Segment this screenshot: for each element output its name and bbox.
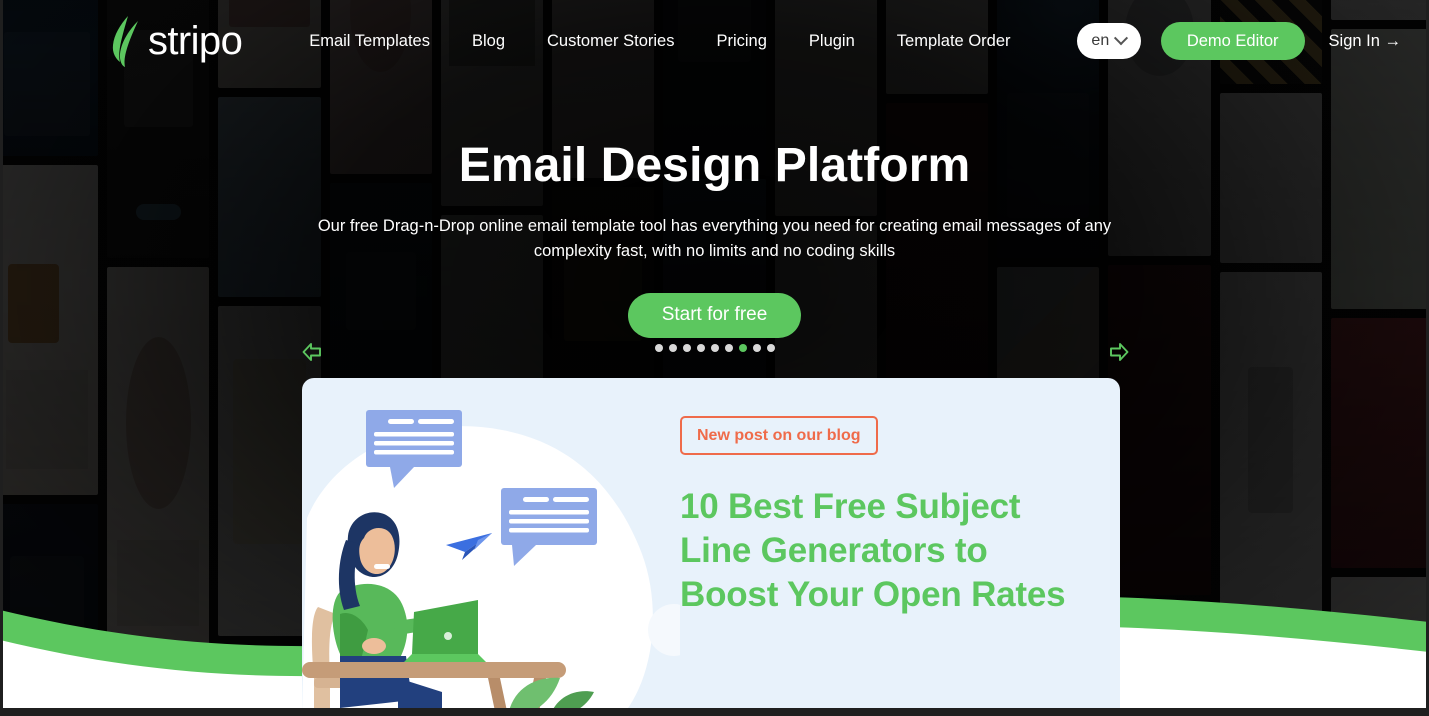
logo-wordmark: stripo [148,19,243,63]
window-frame-left [0,0,3,716]
carousel-next-button[interactable] [1105,338,1133,366]
start-for-free-button[interactable]: Start for free [627,292,802,338]
main-navbar: stripo Email Templates Blog Customer Sto… [0,0,1429,82]
carousel-dot[interactable] [724,344,733,352]
navbar-right-actions: en Demo Editor Sign In → [1076,22,1407,60]
language-selector[interactable]: en [1076,23,1141,59]
carousel-prev-button[interactable] [298,338,326,366]
language-selector-value: en [1091,32,1110,49]
logo-home-link[interactable]: stripo [104,15,243,67]
sign-in-link[interactable]: Sign In → [1329,32,1407,51]
new-post-badge[interactable]: New post on our blog [680,416,878,455]
chevron-down-icon [1114,31,1129,46]
carousel-dot[interactable] [738,344,747,352]
demo-editor-button[interactable]: Demo Editor [1160,22,1305,60]
blog-post-title[interactable]: 10 Best Free Subject Line Generators to … [680,485,1090,617]
nav-link-blog[interactable]: Blog [451,22,526,61]
carousel-dot[interactable] [696,344,705,352]
blog-card-body: New post on our blog 10 Best Free Subjec… [680,378,1120,716]
blog-promo-card[interactable]: New post on our blog 10 Best Free Subjec… [302,378,1120,716]
nav-link-pricing[interactable]: Pricing [695,22,787,61]
carousel-dot[interactable] [668,344,677,352]
woman-at-laptop-with-speech-bubbles-illustration [302,410,700,716]
hero-title: Email Design Platform [458,139,971,192]
nav-link-email-templates[interactable]: Email Templates [288,22,451,61]
carousel-dot[interactable] [682,344,691,352]
nav-link-template-order[interactable]: Template Order [876,22,1032,61]
carousel-dot[interactable] [766,344,775,352]
page-root: stripo Email Templates Blog Customer Sto… [0,0,1429,716]
nav-links: Email Templates Blog Customer Stories Pr… [288,22,1031,61]
nav-link-plugin[interactable]: Plugin [788,22,876,61]
carousel-dots [0,344,1429,352]
carousel-dot[interactable] [752,344,761,352]
nav-link-customer-stories[interactable]: Customer Stories [526,22,695,61]
blog-illustration [302,378,700,716]
stripo-leaf-logo-icon [104,15,144,67]
carousel-dot[interactable] [654,344,663,352]
hero-subtitle: Our free Drag-n-Drop online email templa… [317,216,1112,261]
window-frame-bottom [0,708,1429,716]
carousel-dot[interactable] [710,344,719,352]
